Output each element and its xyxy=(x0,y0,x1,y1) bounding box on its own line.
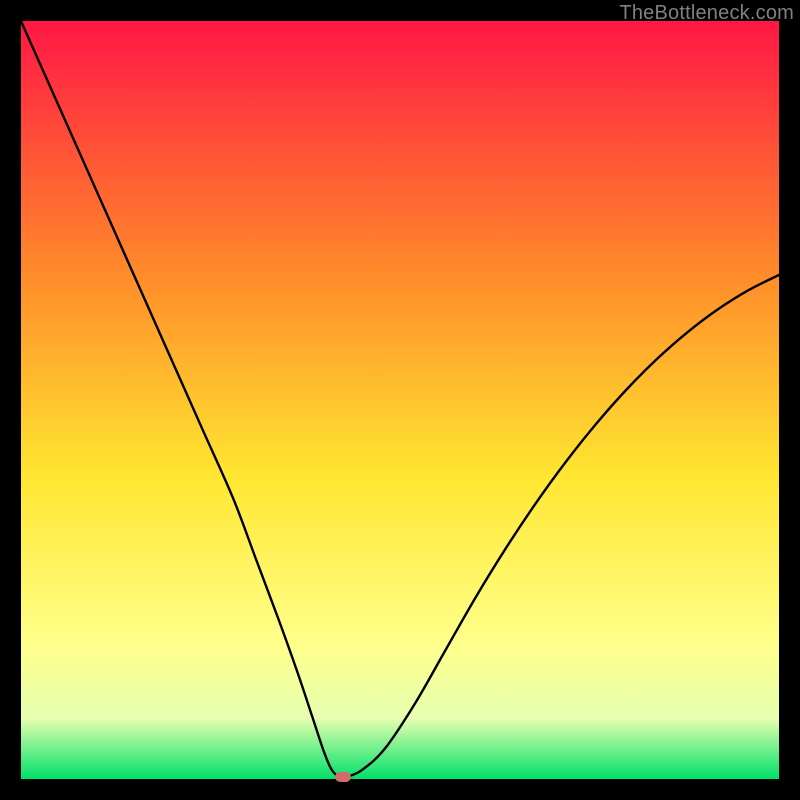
watermark-text: TheBottleneck.com xyxy=(619,2,794,25)
plot-frame xyxy=(21,21,779,779)
optimal-marker xyxy=(335,772,351,782)
bottleneck-chart xyxy=(21,21,779,779)
gradient-background xyxy=(21,21,779,779)
